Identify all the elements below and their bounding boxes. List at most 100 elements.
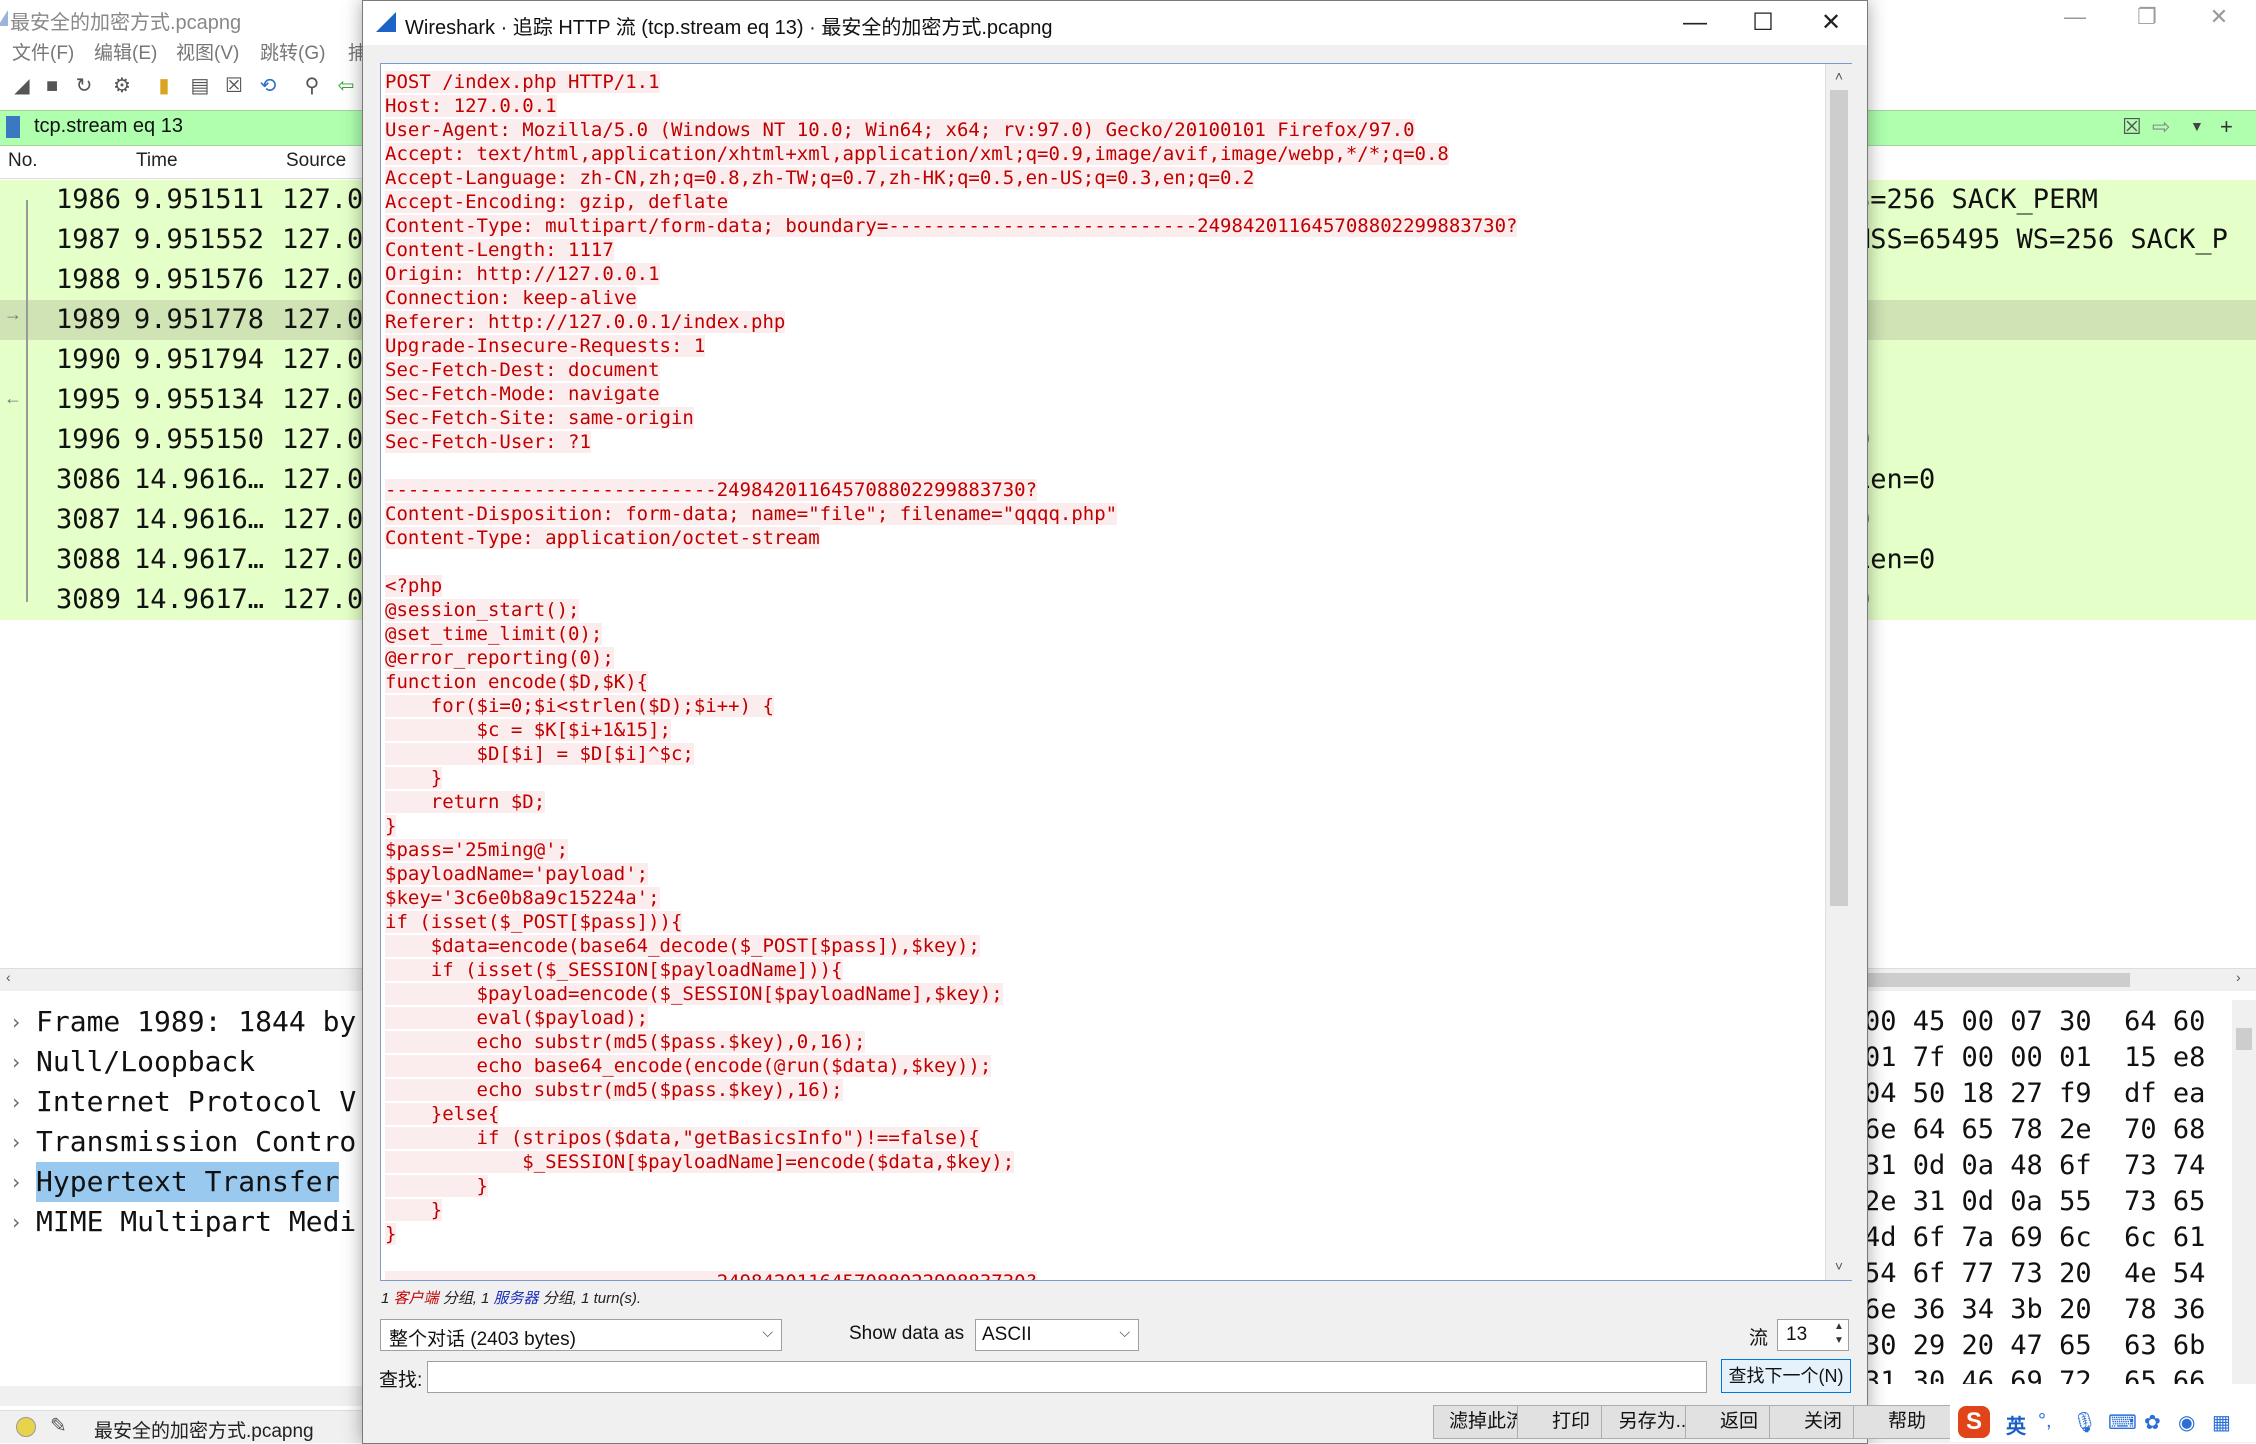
stream-text[interactable]: POST /index.php HTTP/1.1 Host: 127.0.0.1 U… <box>381 64 1825 1280</box>
main-restore-button[interactable]: ❐ <box>2112 0 2182 36</box>
chevron-right-icon[interactable]: › <box>10 1042 22 1082</box>
toolbox-icon[interactable]: ▦ <box>2212 1410 2231 1435</box>
stream-line-text: $payloadName='payload'; <box>385 863 649 885</box>
packet-source: 127.0 <box>282 464 364 495</box>
add-filter-button-icon[interactable]: + <box>2220 114 2233 140</box>
stream-line-text: function encode($D,$K){ <box>385 671 649 693</box>
hex-row: 2e 31 0d 0a 55 73 65 <box>1864 1186 2206 1217</box>
packet-no: 3086 <box>56 464 122 495</box>
conversation-select[interactable]: 整个对话 (2403 bytes) ⌵ <box>380 1319 782 1351</box>
detail-ip[interactable]: › Internet Protocol V <box>0 1082 365 1122</box>
stream-line-text: if (isset($_SESSION[$payloadName])){ <box>385 959 843 981</box>
scroll-right-icon[interactable]: › <box>2236 969 2241 985</box>
conversation-value: 整个对话 (2403 bytes) <box>389 1329 576 1350</box>
stream-line-text: return $D; <box>385 791 546 813</box>
scroll-left-icon[interactable]: ‹ <box>6 969 11 985</box>
chevron-right-icon[interactable]: › <box>10 1082 22 1122</box>
stream-line-text: Accept-Encoding: gzip, deflate <box>385 191 729 213</box>
details-hscrollbar[interactable] <box>0 1386 365 1406</box>
restart-capture-icon[interactable]: ↻ <box>72 74 96 98</box>
punctuation-icon[interactable]: °, <box>2038 1410 2052 1433</box>
stream-line: <?php <box>385 574 443 598</box>
menu-file[interactable]: 文件(F) <box>12 38 74 65</box>
stream-vscrollbar[interactable]: ˄ ˅ <box>1825 64 1852 1280</box>
packet-no: 1987 <box>56 224 122 255</box>
column-time[interactable]: Time <box>136 150 178 172</box>
scroll-down-icon[interactable]: ˅ <box>1826 1254 1852 1278</box>
chevron-right-icon[interactable]: › <box>10 1162 22 1202</box>
go-back-icon[interactable]: ⇦ <box>334 74 358 98</box>
game-icon[interactable]: ◉ <box>2178 1410 2195 1435</box>
detail-tcp[interactable]: › Transmission Contro <box>0 1122 365 1162</box>
dialog-maximize-button[interactable]: ☐ <box>1729 1 1797 45</box>
stream-line: eval($payload); <box>385 1006 649 1030</box>
dialog-close-button[interactable]: ✕ <box>1797 1 1865 45</box>
find-next-button[interactable]: 查找下一个(N) <box>1721 1359 1851 1393</box>
close-file-icon[interactable]: ☒ <box>222 74 246 98</box>
stream-line: echo base64_encode(encode(@run($data),$k… <box>385 1054 992 1078</box>
apply-filter-icon[interactable]: ⇨ <box>2152 114 2170 140</box>
detail-frame[interactable]: › Frame 1989: 1844 by <box>0 1002 365 1042</box>
detail-http[interactable]: › Hypertext Transfer <box>0 1162 365 1202</box>
scroll-thumb[interactable] <box>1830 90 1848 906</box>
detail-mime[interactable]: › MIME Multipart Medi <box>0 1202 365 1242</box>
scroll-up-icon[interactable]: ˄ <box>1826 64 1852 88</box>
save-file-icon[interactable]: ▤ <box>188 74 212 98</box>
find-input[interactable] <box>427 1361 1707 1393</box>
filter-bookmark-icon[interactable] <box>6 116 20 138</box>
packet-source: 127.0 <box>282 304 364 335</box>
chevron-right-icon[interactable]: › <box>10 1202 22 1242</box>
main-minimize-button[interactable]: — <box>2040 0 2110 36</box>
clear-filter-icon[interactable]: ☒ <box>2122 114 2142 140</box>
open-file-icon[interactable]: ▮ <box>152 74 176 98</box>
filter-history-icon[interactable]: ▼ <box>2190 118 2204 134</box>
stream-line-text: $pass='25ming@'; <box>385 839 569 861</box>
main-close-button[interactable]: ✕ <box>2184 0 2254 36</box>
skin-icon[interactable]: ✿ <box>2144 1410 2161 1435</box>
stop-capture-icon[interactable]: ■ <box>40 74 64 98</box>
hex-row: 54 6f 77 73 20 4e 54 <box>1864 1258 2206 1289</box>
spin-arrows-icon[interactable]: ▲ ▼ <box>1830 1320 1848 1350</box>
chevron-right-icon[interactable]: › <box>10 1122 22 1162</box>
wireshark-fin-icon <box>0 10 8 26</box>
capture-options-icon[interactable]: ⚙ <box>110 74 134 98</box>
scroll-thumb[interactable] <box>2236 1028 2252 1050</box>
packet-time: 9.951576 <box>134 264 265 295</box>
expert-info-icon[interactable] <box>16 1417 36 1437</box>
start-capture-icon[interactable]: ◢ <box>10 74 34 98</box>
menu-edit[interactable]: 编辑(E) <box>94 38 157 65</box>
bytes-vscrollbar[interactable] <box>2232 1000 2256 1384</box>
ime-language-toggle[interactable]: 英 <box>2006 1410 2026 1439</box>
find-packet-icon[interactable]: ⚲ <box>300 74 324 98</box>
show-data-as-select[interactable]: ASCII ⌵ <box>975 1319 1139 1351</box>
stream-line: Content-Type: application/octet-stream <box>385 526 820 550</box>
reload-file-icon[interactable]: ⟲ <box>256 74 280 98</box>
stream-number-spinbox[interactable]: 13 ▲ ▼ <box>1777 1319 1849 1351</box>
scroll-thumb[interactable] <box>1860 973 2130 987</box>
dialog-minimize-button[interactable]: — <box>1661 1 1729 45</box>
packet-list-header: No. Time Source <box>0 146 365 179</box>
stream-line: Origin: http://127.0.0.1 <box>385 262 660 286</box>
column-no[interactable]: No. <box>8 150 38 172</box>
microphone-icon[interactable]: 🎙 <box>2072 1410 2097 1435</box>
hex-row: 31 0d 0a 48 6f 73 74 <box>1864 1150 2206 1181</box>
stream-line: } <box>385 1198 443 1222</box>
detail-text: Null/Loopback <box>36 1045 256 1078</box>
help-button[interactable]: 帮助 <box>1853 1405 1961 1439</box>
display-filter-input[interactable]: tcp.stream eq 13 <box>34 115 183 138</box>
packet-no: 1989 <box>56 304 122 335</box>
stream-line: Accept-Language: zh-CN,zh;q=0.8,zh-TW;q=… <box>385 166 1255 190</box>
edit-comment-icon[interactable]: ✎ <box>50 1413 67 1438</box>
menu-go[interactable]: 跳转(G) <box>260 38 325 65</box>
column-source[interactable]: Source <box>286 150 346 172</box>
stream-line: } <box>385 1174 488 1198</box>
menu-view[interactable]: 视图(V) <box>176 38 239 65</box>
dialog-titlebar: Wireshark · 追踪 HTTP 流 (tcp.stream eq 13)… <box>363 1 1867 45</box>
stream-line-text: }else{ <box>385 1103 500 1125</box>
stream-content[interactable]: POST /index.php HTTP/1.1 Host: 127.0.0.1 U… <box>380 63 1852 1281</box>
detail-null-loopback[interactable]: › Null/Loopback <box>0 1042 365 1082</box>
keyboard-icon[interactable]: ⌨ <box>2108 1410 2137 1435</box>
chevron-right-icon[interactable]: › <box>10 1002 22 1042</box>
sogou-logo-icon[interactable]: S <box>1958 1406 1990 1438</box>
packet-time: 9.955134 <box>134 384 265 415</box>
